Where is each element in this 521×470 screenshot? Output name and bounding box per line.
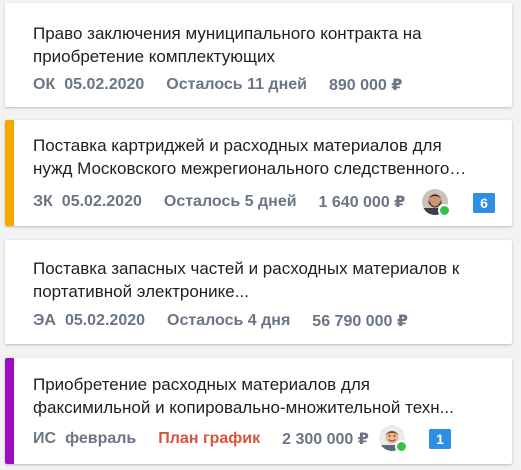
publish-date: февраль <box>65 430 137 447</box>
contract-price: 1 640 000 ₽ <box>318 194 406 211</box>
contract-price: 2 300 000 ₽ <box>282 431 369 448</box>
tender-card-4[interactable]: Приобретение расходных материалов для фа… <box>5 358 512 464</box>
publish-date: 05.02.2020 <box>61 193 142 210</box>
online-status-dot <box>395 440 408 453</box>
tender-meta: ОК 05.02.2020 Осталось 11 дней 890 000 ₽ <box>33 75 402 95</box>
publish-date: 05.02.2020 <box>64 312 146 329</box>
tender-title[interactable]: Поставка картриджей и расходных материал… <box>33 134 483 180</box>
status-accent-bar <box>5 358 14 464</box>
deadline-status: План график <box>158 430 261 447</box>
tender-title[interactable]: Право заключения муниципального контракт… <box>33 22 483 68</box>
status-accent-bar <box>5 120 14 226</box>
assignee-avatar[interactable] <box>422 189 451 217</box>
publish-date: 05.02.2020 <box>64 76 145 93</box>
notification-count-badge[interactable]: 1 <box>429 429 451 449</box>
procurement-type: ОК <box>33 76 56 93</box>
procurement-type: ЭА <box>33 312 56 329</box>
tender-title[interactable]: Приобретение расходных материалов для фа… <box>33 373 483 419</box>
procurement-type: ЗК <box>33 193 53 210</box>
deadline-status: Осталось 4 дня <box>167 312 291 329</box>
tender-title[interactable]: Поставка запасных частей и расходных мат… <box>33 257 483 303</box>
tender-meta: ЭА 05.02.2020 Осталось 4 дня 56 790 000 … <box>33 311 408 331</box>
contract-price: 890 000 ₽ <box>328 77 403 94</box>
procurement-type: ИС <box>33 430 57 447</box>
tender-card-1[interactable]: Право заключения муниципального контракт… <box>5 3 512 107</box>
tender-meta: ИС февраль План график 2 300 000 ₽ <box>33 429 369 449</box>
contract-price: 56 790 000 ₽ <box>312 313 408 330</box>
notification-count-badge[interactable]: 6 <box>473 193 495 213</box>
deadline-status: Осталось 11 дней <box>166 76 307 93</box>
tender-card-3[interactable]: Поставка запасных частей и расходных мат… <box>5 240 512 344</box>
assignee-avatar[interactable] <box>379 425 408 453</box>
tender-meta: ЗК 05.02.2020 Осталось 5 дней 1 640 000 … <box>33 192 405 212</box>
deadline-status: Осталось 5 дней <box>163 193 297 210</box>
online-status-dot <box>438 204 451 217</box>
tender-card-2[interactable]: Поставка картриджей и расходных материал… <box>5 120 512 226</box>
